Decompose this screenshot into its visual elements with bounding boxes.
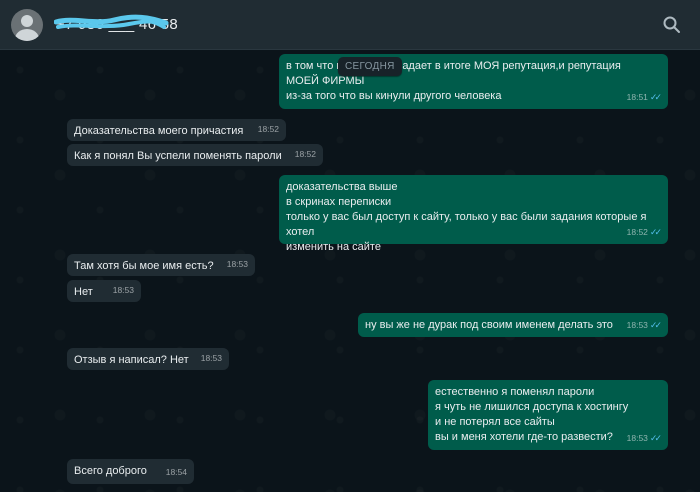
- message-time: 18:52: [257, 124, 279, 134]
- message-meta: 18:53: [113, 283, 134, 298]
- message-text: доказательства выше в скринах переписки …: [286, 181, 647, 253]
- read-ticks-icon: ✓✓: [649, 92, 662, 102]
- message-incoming[interactable]: Отзыв я написал? Нет 18:53: [67, 348, 229, 370]
- message-incoming[interactable]: Доказательства моего причастия 18:52: [67, 119, 286, 141]
- message-meta: 18:52 ✓✓: [626, 225, 662, 240]
- message-text: ну вы же не дурак под своим именем делат…: [365, 319, 613, 331]
- message-time: 18:53: [112, 285, 134, 295]
- read-ticks-icon: ✓✓: [649, 320, 662, 330]
- message-meta: 18:51 ✓✓: [626, 90, 662, 105]
- date-chip: СЕГОДНЯ: [338, 57, 402, 76]
- message-outgoing[interactable]: естественно я поменял пароли я чуть не л…: [428, 380, 668, 450]
- message-time: 18:52: [294, 149, 316, 159]
- avatar-head: [21, 15, 33, 27]
- message-meta: 18:54: [166, 465, 187, 480]
- message-meta: 18:53: [227, 257, 248, 272]
- read-ticks-icon: ✓✓: [649, 433, 662, 443]
- message-time: 18:51: [626, 92, 648, 102]
- message-time: 18:53: [226, 259, 248, 269]
- message-incoming[interactable]: Там хотя бы мое имя есть? 18:53: [67, 254, 255, 276]
- message-text: Как я понял Вы успели поменять пароли: [74, 150, 282, 162]
- message-time: 18:52: [626, 227, 648, 237]
- message-text: Доказательства моего причастия: [74, 125, 244, 137]
- message-outgoing[interactable]: ну вы же не дурак под своим именем делат…: [358, 313, 668, 337]
- chat-header: +7 986 ___ 46 58: [0, 0, 700, 50]
- message-meta: 18:53: [201, 351, 222, 366]
- read-ticks-icon: ✓✓: [649, 227, 662, 237]
- message-list[interactable]: в том что к аферы, страдает в итоге МОЯ …: [0, 50, 700, 492]
- message-time: 18:53: [200, 353, 222, 363]
- message-incoming[interactable]: Всего доброго 18:54: [67, 459, 194, 484]
- message-meta: 18:52: [295, 147, 316, 162]
- redaction-scribble: [54, 14, 169, 29]
- search-icon[interactable]: [662, 15, 682, 35]
- message-incoming[interactable]: Нет 18:53: [67, 280, 141, 302]
- message-meta: 18:53 ✓✓: [626, 431, 662, 446]
- message-outgoing[interactable]: доказательства выше в скринах переписки …: [279, 175, 668, 253]
- message-meta: 18:53 ✓✓: [626, 318, 662, 333]
- message-meta: 18:52: [258, 122, 279, 137]
- avatar-body: [15, 29, 39, 41]
- contact-avatar[interactable]: [11, 9, 43, 41]
- message-time: 18:54: [165, 467, 187, 477]
- message-incoming[interactable]: Как я понял Вы успели поменять пароли 18…: [67, 144, 323, 166]
- message-time: 18:53: [626, 320, 648, 330]
- message-time: 18:53: [626, 433, 648, 443]
- message-text: Там хотя бы мое имя есть?: [74, 260, 214, 272]
